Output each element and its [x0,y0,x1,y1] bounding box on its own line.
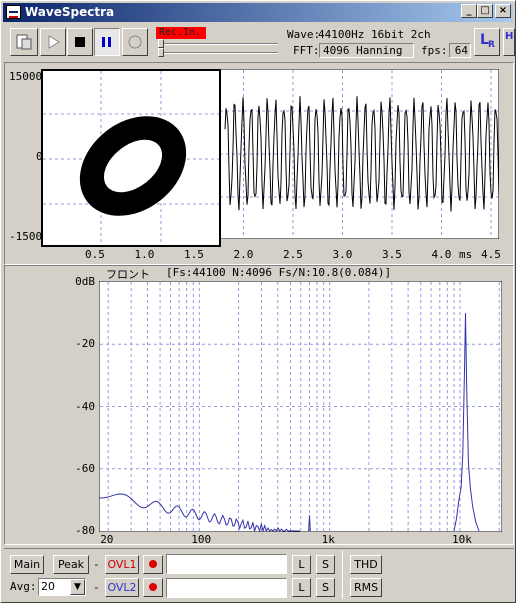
record-dot-icon [149,560,157,568]
pause-icon [102,37,111,47]
ovl1-field[interactable] [166,554,287,574]
avg-select[interactable]: 20 ▼ [38,578,86,596]
ovl1-save-button[interactable]: S [316,555,335,574]
level-slider-track-2[interactable] [158,52,278,54]
wave-x-unit: ms [459,248,473,261]
ovl2-record-button[interactable] [143,578,163,597]
level-slider-thumb[interactable] [158,39,164,48]
spectrum-y-tick: -40 [75,399,95,413]
fft-label: FFT: [293,44,320,57]
spectrum-y-tick: -80 [75,524,95,537]
wavespectra-app-icon[interactable] [6,5,21,19]
spectrum-x-tick: 20 [100,533,114,546]
main-button[interactable]: Main [10,555,44,574]
wave-x-tick: 1.0 [134,248,155,261]
ovl2-field[interactable] [166,578,287,598]
close-button[interactable]: × [495,4,511,18]
ovl2-button[interactable]: OVL2 [105,578,139,597]
lissajous-plot[interactable] [41,69,221,247]
spectrum-channel-title: フロント [106,268,150,281]
spectrum-x-tick: 10k [452,533,472,546]
divider [342,551,343,599]
pause-button[interactable] [94,28,120,56]
level-slider-track[interactable] [158,43,278,45]
wave-x-tick: 3.5 [382,248,402,261]
record-dot-icon [149,583,157,591]
spectrum-plot[interactable] [99,281,502,532]
wave-x-tick: 1.5 [184,248,204,261]
level-slider-thumb-2[interactable] [158,48,164,57]
play-button[interactable] [40,28,66,56]
wave-x-tick: 4.5 [481,248,501,261]
wave-x-tick: 2.5 [283,248,303,261]
dash-2: - [93,581,100,594]
h-button-label: H [505,31,514,42]
rec-input-indicator: Rec.In. [156,27,206,39]
wave-y-tick-top: 15000 [9,70,43,83]
ovl1-button[interactable]: OVL1 [105,555,139,574]
chevron-down-icon[interactable]: ▼ [70,579,85,595]
maximize-button[interactable]: □ [477,4,493,18]
dash-1: - [93,558,100,571]
play-icon [48,35,60,49]
lr-button-sub: R [488,40,495,50]
record-button[interactable] [122,28,148,56]
spectrum-info: [Fs:44100 N:4096 Fs/N:10.8(0.084)] [166,266,392,279]
fps-value: 64 [449,43,471,58]
wave-format-value: 44100Hz 16bit 2ch [318,28,431,41]
avg-label: Avg: [10,580,37,593]
wave-x-tick: 4.0 [431,248,452,261]
fps-label: fps: [421,44,448,57]
spectrum-y-tick: 0dB [75,275,95,288]
avg-value: 20 [41,580,55,593]
stop-button[interactable] [67,28,93,56]
spectrum-y-tick: -60 [75,461,95,475]
title-bar[interactable]: WaveSpectra [3,3,513,22]
ovl1-load-button[interactable]: L [292,555,311,574]
spectrum-y-tick: -20 [75,337,95,351]
record-icon [128,35,142,49]
wave-x-tick: 0.5 [85,248,105,261]
spectrum-x-tick: 100 [191,533,212,546]
minimize-button[interactable]: _ [461,4,477,18]
window-title: WaveSpectra [25,5,115,19]
spectrum-x-tick: 1k [321,533,335,546]
thd-button[interactable]: THD [350,555,382,574]
ovl2-load-button[interactable]: L [292,578,311,597]
rms-button[interactable]: RMS [350,578,382,597]
wave-x-tick: 3.0 [332,248,353,261]
stop-icon [75,37,85,47]
ovl2-save-button[interactable]: S [316,578,335,597]
open-file-icon [16,34,32,50]
wave-label: Wave: [287,28,321,41]
h-button[interactable]: H [503,28,515,56]
wave-x-tick: 2.0 [233,248,254,261]
ovl1-record-button[interactable] [143,555,163,574]
fft-setting-field[interactable]: 4096 Hanning [319,43,414,58]
main-window: WaveSpectra _ □ × Rec.In. Wave: 44100Hz … [0,0,516,603]
open-file-button[interactable] [10,28,38,56]
lr-channel-button[interactable]: L R [474,28,500,56]
peak-button[interactable]: Peak [53,555,89,574]
